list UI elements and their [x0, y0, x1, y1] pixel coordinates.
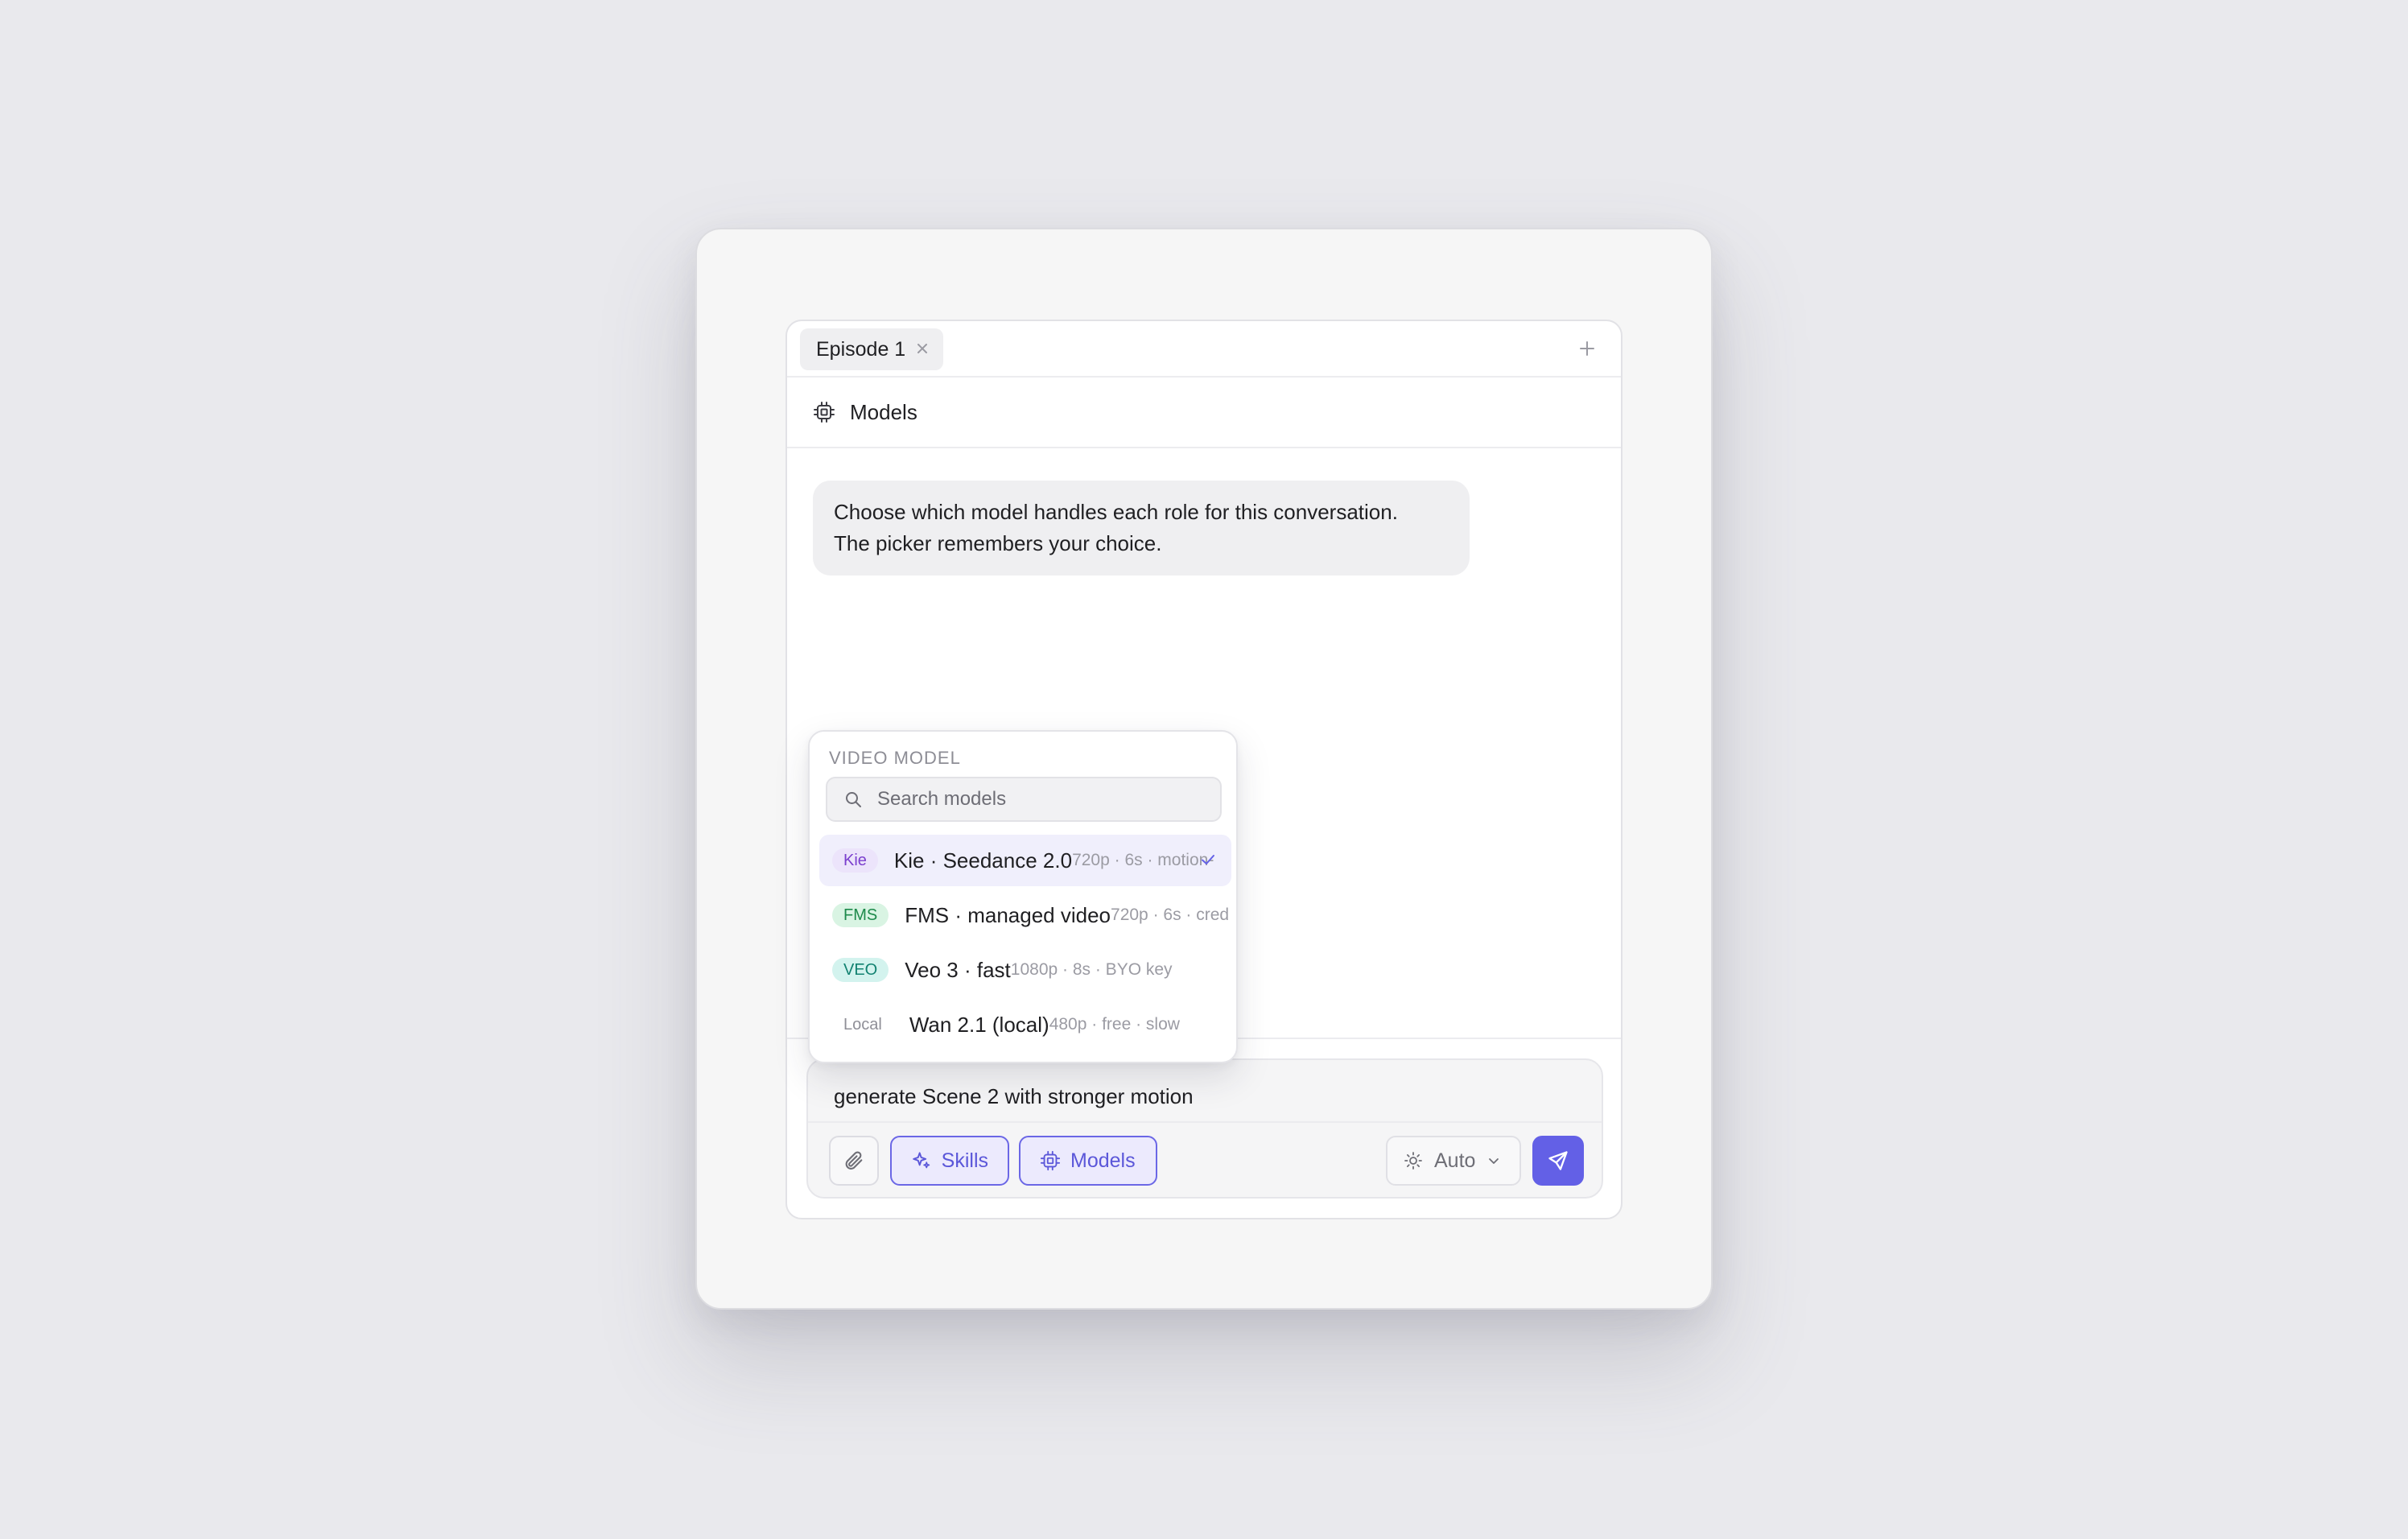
model-meta: 480p · free · slow — [1049, 1015, 1180, 1034]
close-icon[interactable] — [913, 339, 932, 358]
sun-icon — [1404, 1152, 1422, 1170]
panel-header: Models — [787, 378, 1621, 448]
search-box — [826, 777, 1222, 822]
composer: generate Scene 2 with stronger motion Sk… — [806, 1058, 1603, 1199]
send-button[interactable] — [1532, 1136, 1584, 1186]
send-icon — [1548, 1151, 1568, 1170]
paperclip-icon — [845, 1151, 863, 1170]
model-meta: 720p · 6s · motion- — [1072, 851, 1214, 869]
search-input[interactable] — [876, 787, 1198, 811]
model-option-kie[interactable]: Kie Kie · Seedance 2.0 720p · 6s · motio… — [819, 835, 1231, 886]
skills-button[interactable]: Skills — [890, 1136, 1009, 1186]
message-input[interactable]: generate Scene 2 with stronger motion — [834, 1084, 1194, 1109]
provider-badge: Kie — [832, 848, 878, 873]
search-icon — [846, 792, 861, 807]
plus-icon[interactable] — [1576, 337, 1598, 360]
mode-select[interactable]: Auto — [1386, 1136, 1521, 1186]
sparkle-icon — [913, 1152, 930, 1169]
models-label: Models — [1070, 1149, 1136, 1172]
divider — [808, 1121, 1602, 1123]
page-title: Models — [850, 399, 917, 424]
chip-icon — [1040, 1150, 1061, 1171]
tab-bar: Episode 1 — [787, 321, 1621, 378]
provider-badge: Local — [843, 1015, 882, 1034]
message-bubble: Choose which model handles each role for… — [813, 481, 1470, 576]
provider-badge: FMS — [832, 903, 889, 927]
model-name: Wan 2.1 (local) — [909, 1012, 1049, 1037]
attach-button[interactable] — [829, 1136, 879, 1186]
chevron-down-icon — [1489, 1158, 1499, 1164]
message-line: The picker remembers your choice. — [834, 531, 1162, 555]
model-option-local[interactable]: Local Wan 2.1 (local) 480p · free · slow — [819, 999, 1231, 1050]
model-picker-dropdown: VIDEO MODEL Kie Kie · Seedance 2.0 720p … — [808, 730, 1238, 1063]
model-meta: 1080p · 8s · BYO key — [1010, 960, 1173, 979]
chat-panel: Episode 1 Models Choose which model hand… — [785, 320, 1623, 1219]
models-button[interactable]: Models — [1019, 1136, 1157, 1186]
model-option-fms[interactable]: FMS FMS · managed video 720p · 6s · cred — [819, 889, 1231, 941]
model-option-veo[interactable]: VEO Veo 3 · fast 1080p · 8s · BYO key — [819, 944, 1231, 996]
picker-title: VIDEO MODEL — [829, 748, 961, 768]
skills-label: Skills — [941, 1149, 988, 1172]
check-icon — [1202, 855, 1214, 864]
model-name: FMS · managed video — [905, 902, 1111, 927]
provider-badge: VEO — [832, 958, 889, 982]
model-meta: 720p · 6s · cred — [1111, 906, 1230, 924]
model-name: Veo 3 · fast — [905, 957, 1011, 982]
model-name: Kie · Seedance 2.0 — [893, 848, 1073, 873]
mode-label: Auto — [1434, 1149, 1476, 1172]
tab-episode-1[interactable]: Episode 1 — [800, 328, 943, 370]
tab-label: Episode 1 — [816, 337, 906, 361]
chip-icon — [814, 402, 835, 423]
message-line: Choose which model handles each role for… — [834, 500, 1398, 524]
